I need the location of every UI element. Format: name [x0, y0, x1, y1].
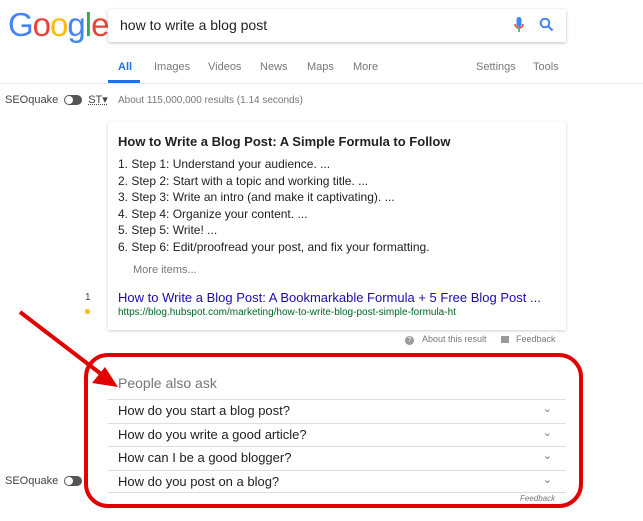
search-box[interactable]: how to write a blog post [108, 9, 566, 42]
google-logo[interactable]: Google [8, 6, 109, 44]
result-url: https://blog.hubspot.com/marketing/how-t… [118, 307, 456, 318]
question-text: How do you write a good article? [118, 426, 307, 442]
seoquake-toggle[interactable] [64, 94, 83, 105]
tab-news[interactable]: News [260, 61, 288, 73]
tab-videos[interactable]: Videos [208, 61, 241, 73]
seoquake-bar-bottom: SEOquake [5, 475, 83, 487]
question-text: How do you post on a blog? [118, 473, 280, 489]
paa-question[interactable]: How do you post on a blog? ⌄ [108, 469, 566, 493]
step-item: 1. Step 1: Understand your audience. ... [118, 157, 331, 171]
snippet-title: How to Write a Blog Post: A Simple Formu… [118, 134, 451, 149]
step-item: 6. Step 6: Edit/proofread your post, and… [118, 239, 430, 254]
tab-more[interactable]: More [353, 61, 378, 73]
seoquake-toggle[interactable] [64, 476, 83, 486]
seoquake-st-dropdown[interactable]: ST▾ [88, 93, 108, 106]
paa-question[interactable]: How do you write a good article? ⌄ [108, 422, 566, 447]
rank-dot-icon [85, 309, 90, 314]
step-item: 4. Step 4: Organize your content. ... [118, 206, 308, 221]
people-also-ask: People also ask How do you start a blog … [108, 370, 566, 493]
search-input[interactable]: how to write a blog post [120, 17, 267, 33]
snippet-steps: 1. Step 1: Understand your audience. ...… [118, 156, 430, 256]
step-item: 3. Step 3: Write an intro (and make it c… [118, 190, 395, 205]
tab-all[interactable]: All [118, 61, 132, 73]
chevron-down-icon: ⌄ [542, 403, 552, 415]
step-item: 2. Step 2: Start with a topic and workin… [118, 173, 369, 188]
help-icon: ? [405, 336, 414, 345]
seoquake-label: SEOquake [5, 93, 59, 106]
rank-number: 1 [85, 292, 91, 303]
result-link[interactable]: How to Write a Blog Post: A Bookmarkable… [118, 290, 541, 305]
divider [0, 83, 643, 84]
paa-heading: People also ask [118, 375, 217, 391]
tools-link[interactable]: Tools [533, 61, 559, 73]
tab-images[interactable]: Images [154, 61, 190, 73]
paa-question[interactable]: How can I be a good blogger? ⌄ [108, 446, 566, 470]
search-icon[interactable] [539, 17, 554, 32]
seoquake-label: SEOquake [5, 475, 59, 487]
result-stats: About 115,000,000 results (1.14 seconds) [118, 95, 303, 106]
tab-maps[interactable]: Maps [307, 61, 334, 73]
seoquake-bar: SEOquake ST▾ [5, 93, 108, 107]
paa-feedback-link[interactable]: Feedback [520, 494, 555, 503]
paa-question[interactable]: How do you start a blog post? ⌄ [108, 399, 566, 423]
question-text: How can I be a good blogger? [118, 450, 292, 465]
featured-snippet: How to Write a Blog Post: A Simple Formu… [108, 122, 566, 330]
about-result-link[interactable]: About this result [422, 334, 487, 344]
feedback-icon [501, 336, 509, 343]
step-item: 5. Step 5: Write! ... [118, 223, 218, 238]
chevron-down-icon: ⌄ [542, 426, 552, 439]
settings-link[interactable]: Settings [476, 61, 516, 73]
chevron-down-icon: ⌄ [542, 450, 552, 462]
arrow-shaft [18, 310, 107, 379]
feedback-link[interactable]: Feedback [516, 334, 556, 344]
microphone-icon[interactable] [514, 17, 524, 33]
more-items-link[interactable]: More items... [133, 264, 197, 276]
question-text: How do you start a blog post? [118, 403, 290, 418]
chevron-down-icon: ⌄ [542, 473, 552, 486]
